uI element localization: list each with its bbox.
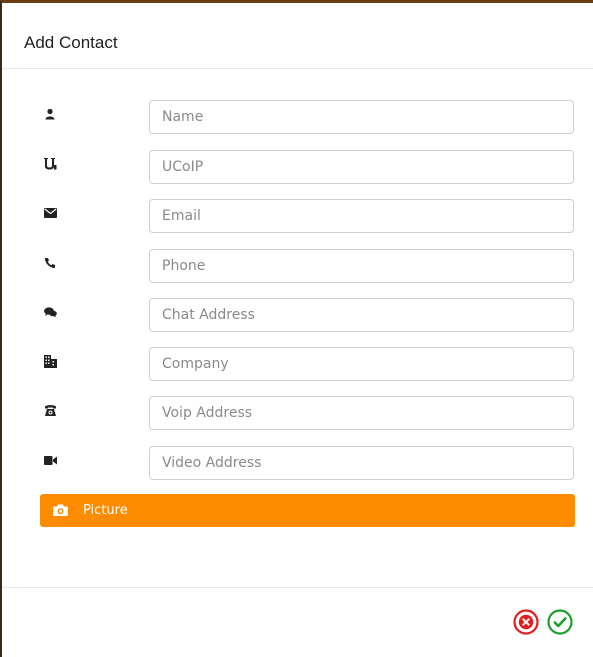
ucoip-row (2, 150, 593, 184)
company-input[interactable] (149, 347, 574, 381)
chat-icon (42, 304, 58, 320)
envelope-icon (42, 205, 58, 221)
add-contact-dialog: Add Contact Name UCoIP Email Phone Chat … (0, 0, 593, 657)
cancel-button[interactable] (513, 609, 539, 635)
confirm-button[interactable] (547, 609, 573, 635)
cancel-circle-icon (513, 609, 539, 635)
ucoip-icon (42, 156, 58, 172)
video-address-row (2, 446, 593, 480)
picture-button[interactable]: Picture (40, 494, 575, 527)
email-input[interactable] (149, 199, 574, 233)
phone-input[interactable] (149, 249, 574, 283)
phone-icon (42, 255, 58, 271)
video-camera-icon (42, 452, 58, 468)
dialog-title: Add Contact (24, 33, 118, 52)
voip-phone-icon (42, 402, 58, 418)
ucoip-input[interactable] (149, 150, 574, 184)
user-icon (42, 106, 58, 122)
name-input[interactable] (149, 100, 574, 134)
phone-row (2, 249, 593, 283)
check-circle-icon (547, 609, 573, 635)
company-row (2, 347, 593, 381)
video-address-input[interactable] (149, 446, 574, 480)
picture-button-label: Picture (83, 503, 128, 518)
building-icon (42, 353, 58, 369)
footer-divider (2, 587, 593, 588)
camera-icon (53, 504, 69, 517)
email-row (2, 199, 593, 233)
voip-address-input[interactable] (149, 396, 574, 430)
chat-address-input[interactable] (149, 298, 574, 332)
name-row (2, 100, 593, 134)
chat-address-row (2, 298, 593, 332)
voip-address-row (2, 396, 593, 430)
dialog-header: Add Contact (2, 3, 593, 69)
